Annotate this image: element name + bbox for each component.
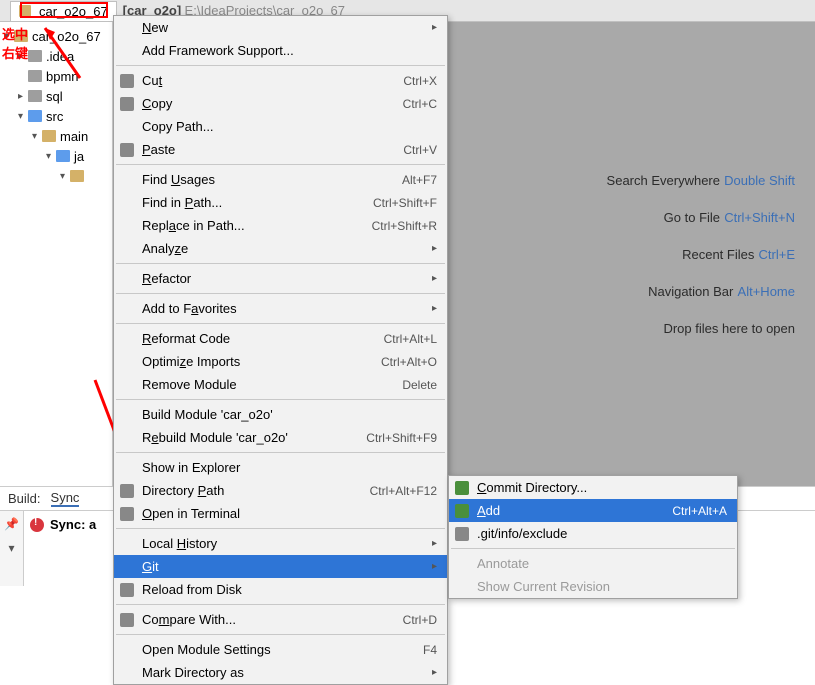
menu-separator (116, 293, 445, 294)
menu-separator (116, 528, 445, 529)
folder-icon (70, 170, 84, 182)
menu-replace-in-path[interactable]: Replace in Path...Ctrl+Shift+R (114, 214, 447, 237)
menu-add-favorites[interactable]: Add to Favorites▸ (114, 297, 447, 320)
menu-separator (116, 65, 445, 66)
folder-icon (28, 90, 42, 102)
submenu-commit-dir[interactable]: Commit Directory... (449, 476, 737, 499)
hint-search: Search Everywhere Double Shift (607, 172, 795, 189)
menu-add-framework[interactable]: Add Framework Support... (114, 39, 447, 62)
folder-icon (56, 150, 70, 162)
menu-build-module[interactable]: Build Module 'car_o2o' (114, 403, 447, 426)
chevron-down-icon: ▾ (18, 111, 28, 122)
scissors-icon (120, 74, 134, 88)
submenu-arrow-icon: ▸ (424, 667, 437, 678)
menu-open-terminal[interactable]: Open in Terminal (114, 502, 447, 525)
file-icon (455, 527, 469, 541)
submenu-git-info-exclude[interactable]: .git/info/exclude (449, 522, 737, 545)
tree-ja[interactable]: ▾ja (0, 146, 112, 166)
menu-remove-module[interactable]: Remove ModuleDelete (114, 373, 447, 396)
chevron-down-icon: ▾ (46, 151, 56, 162)
menu-directory-path[interactable]: Directory PathCtrl+Alt+F12 (114, 479, 447, 502)
menu-mark-directory[interactable]: Mark Directory as▸ (114, 661, 447, 684)
tree-sub1[interactable]: ▾ (0, 166, 112, 186)
chevron-down-icon: ▾ (32, 131, 42, 142)
menu-analyze[interactable]: Analyze▸ (114, 237, 447, 260)
menu-find-in-path[interactable]: Find in Path...Ctrl+Shift+F (114, 191, 447, 214)
menu-separator (116, 604, 445, 605)
menu-refactor[interactable]: Refactor▸ (114, 267, 447, 290)
diff-icon (120, 613, 134, 627)
menu-separator (116, 263, 445, 264)
tool-column: 📌 ▾ (0, 511, 24, 586)
hint-recent: Recent Files Ctrl+E (682, 246, 795, 263)
menu-separator (451, 548, 735, 549)
submenu-arrow-icon: ▸ (424, 273, 437, 284)
chevron-down-icon[interactable]: ▾ (8, 541, 14, 555)
menu-rebuild-module[interactable]: Rebuild Module 'car_o2o'Ctrl+Shift+F9 (114, 426, 447, 449)
menu-compare-with[interactable]: Compare With...Ctrl+D (114, 608, 447, 631)
menu-show-explorer[interactable]: Show in Explorer (114, 456, 447, 479)
folder-icon (120, 484, 134, 498)
terminal-icon (120, 507, 134, 521)
menu-find-usages[interactable]: Find UsagesAlt+F7 (114, 168, 447, 191)
commit-icon (455, 481, 469, 495)
annotation-box-tab (20, 2, 108, 18)
submenu-annotate: Annotate (449, 552, 737, 575)
folder-icon (42, 130, 56, 142)
refresh-icon (120, 583, 134, 597)
menu-reload-disk[interactable]: Reload from Disk (114, 578, 447, 601)
menu-copy[interactable]: CopyCtrl+C (114, 92, 447, 115)
submenu-arrow-icon: ▸ (424, 303, 437, 314)
add-icon (455, 504, 469, 518)
submenu-arrow-icon: ▸ (424, 22, 437, 33)
error-icon (30, 518, 44, 532)
submenu-arrow-icon: ▸ (424, 243, 437, 254)
git-submenu: Commit Directory... AddCtrl+Alt+A .git/i… (448, 475, 738, 599)
menu-open-module-settings[interactable]: Open Module SettingsF4 (114, 638, 447, 661)
sync-message: Sync: a (50, 517, 96, 532)
menu-reformat[interactable]: Reformat CodeCtrl+Alt+L (114, 327, 447, 350)
menu-cut[interactable]: CutCtrl+X (114, 69, 447, 92)
menu-git[interactable]: Git▸ (114, 555, 447, 578)
folder-icon (28, 110, 42, 122)
menu-separator (116, 452, 445, 453)
build-label: Build: (8, 491, 41, 506)
menu-separator (116, 634, 445, 635)
submenu-arrow-icon: ▸ (424, 538, 437, 549)
menu-new[interactable]: New▸ (114, 16, 447, 39)
tree-main[interactable]: ▾main (0, 126, 112, 146)
context-menu: New▸ Add Framework Support... CutCtrl+X … (113, 15, 448, 685)
menu-local-history[interactable]: Local History▸ (114, 532, 447, 555)
tree-sql[interactable]: ▸sql (0, 86, 112, 106)
menu-copy-path[interactable]: Copy Path... (114, 115, 447, 138)
hint-drop: Drop files here to open (663, 320, 795, 337)
tree-src[interactable]: ▾src (0, 106, 112, 126)
hint-navbar: Navigation Bar Alt+Home (648, 283, 795, 300)
annotation-text: 选中右键 (2, 24, 28, 62)
annotation-arrow-1 (30, 18, 90, 88)
menu-separator (116, 323, 445, 324)
submenu-show-current: Show Current Revision (449, 575, 737, 598)
chevron-right-icon: ▸ (18, 91, 28, 102)
sync-tab[interactable]: Sync (51, 490, 80, 507)
menu-separator (116, 164, 445, 165)
copy-icon (120, 97, 134, 111)
submenu-add[interactable]: AddCtrl+Alt+A (449, 499, 737, 522)
menu-paste[interactable]: PasteCtrl+V (114, 138, 447, 161)
pin-icon[interactable]: 📌 (4, 517, 19, 531)
chevron-down-icon: ▾ (60, 171, 70, 182)
paste-icon (120, 143, 134, 157)
menu-separator (116, 399, 445, 400)
menu-optimize[interactable]: Optimize ImportsCtrl+Alt+O (114, 350, 447, 373)
submenu-arrow-icon: ▸ (424, 561, 437, 572)
hint-gotofile: Go to File Ctrl+Shift+N (664, 209, 795, 226)
